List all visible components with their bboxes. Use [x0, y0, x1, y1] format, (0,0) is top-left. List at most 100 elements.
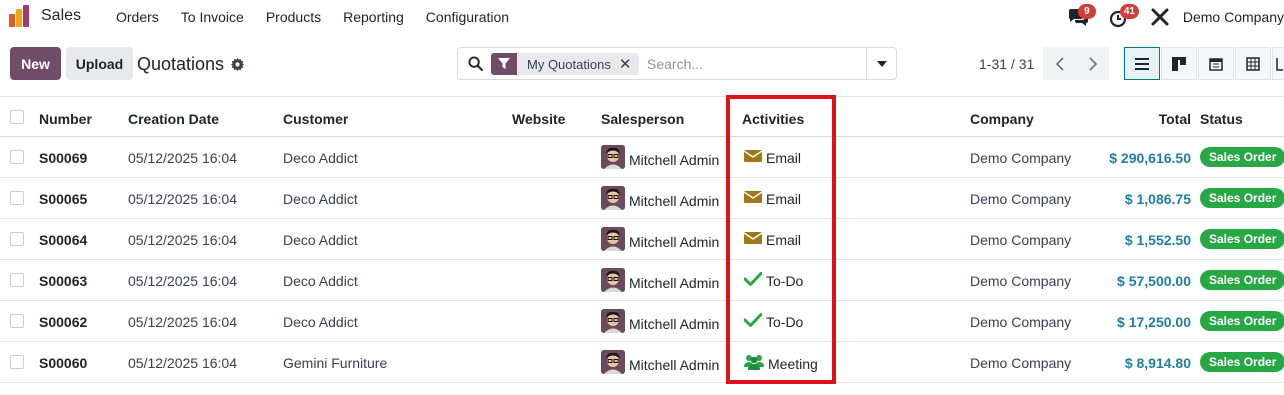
menu-products[interactable]: Products [266, 9, 321, 25]
column-status[interactable]: Status [1200, 111, 1243, 127]
main-menu: Orders To Invoice Products Reporting Con… [116, 9, 531, 25]
customer-name: Deco Addict [283, 150, 358, 166]
graph-view-button[interactable] [1272, 47, 1284, 80]
salesperson-name: Mitchell Admin [629, 193, 720, 209]
calendar-view-button[interactable] [1198, 47, 1234, 80]
avatar [601, 309, 625, 333]
status-badge: Sales Order [1200, 188, 1284, 208]
customer-name: Gemini Furniture [283, 355, 388, 371]
salesperson-name: Mitchell Admin [629, 357, 720, 373]
creation-date: 05/12/2025 16:04 [128, 191, 237, 207]
activity-widget[interactable]: To-Do [743, 272, 804, 289]
activity-label: Email [766, 231, 802, 248]
company-name: Demo Company [970, 191, 1072, 207]
pager-value[interactable]: 1-31 / 31 [979, 56, 1034, 72]
list-view-button[interactable] [1124, 47, 1160, 80]
row-checkbox[interactable] [10, 355, 24, 369]
table-row[interactable]: S00062 05/12/2025 16:04 Deco Addict Mitc… [0, 301, 1284, 342]
order-number: S00065 [39, 191, 88, 207]
pivot-view-button[interactable] [1235, 47, 1271, 80]
company-name: Demo Company [970, 273, 1072, 289]
column-customer[interactable]: Customer [283, 111, 348, 127]
activity-widget[interactable]: Email [743, 231, 802, 248]
chevron-right-icon [1088, 56, 1097, 71]
envelope-icon [743, 190, 766, 207]
table-row[interactable]: S00060 05/12/2025 16:04 Gemini Furniture… [0, 342, 1284, 383]
column-total[interactable]: Total [1159, 111, 1191, 127]
table-row[interactable]: S00065 05/12/2025 16:04 Deco Addict Mitc… [0, 178, 1284, 219]
row-checkbox[interactable] [10, 314, 24, 328]
gear-icon[interactable] [231, 58, 245, 71]
order-total: $ 1,552.50 [1124, 232, 1191, 248]
activity-label: Email [766, 149, 802, 166]
avatar [601, 227, 625, 251]
page-title: Quotations [137, 54, 225, 74]
row-checkbox[interactable] [10, 150, 24, 164]
upload-button[interactable]: Upload [66, 47, 133, 80]
status-badge: Sales Order [1200, 311, 1284, 331]
order-total: $ 57,500.00 [1117, 273, 1191, 289]
activity-widget[interactable]: Email [743, 190, 802, 207]
creation-date: 05/12/2025 16:04 [128, 355, 237, 371]
activity-widget[interactable]: Meeting [744, 354, 818, 373]
company-name: Demo Company [970, 314, 1072, 330]
column-number[interactable]: Number [39, 111, 92, 127]
search-bar: My Quotations ✕ [457, 47, 897, 80]
search-facet: My Quotations ✕ [491, 53, 640, 75]
order-total: $ 1,086.75 [1124, 191, 1191, 207]
app-name[interactable]: Sales [41, 7, 81, 25]
row-checkbox[interactable] [10, 191, 24, 205]
search-options-toggle[interactable] [866, 48, 896, 79]
table-row[interactable]: S00063 05/12/2025 16:04 Deco Addict Mitc… [0, 260, 1284, 301]
envelope-icon [743, 149, 766, 166]
select-all-checkbox[interactable] [10, 110, 24, 124]
creation-date: 05/12/2025 16:04 [128, 232, 237, 248]
customer-name: Deco Addict [283, 273, 358, 289]
caret-down-icon [876, 60, 887, 67]
activity-label: To-Do [766, 272, 804, 289]
menu-configuration[interactable]: Configuration [426, 9, 509, 25]
activities-button[interactable]: 41 [1109, 4, 1139, 32]
activity-label: To-Do [766, 313, 804, 330]
column-website[interactable]: Website [512, 111, 565, 127]
table-row[interactable]: S00064 05/12/2025 16:04 Deco Addict Mitc… [0, 219, 1284, 260]
salesperson-name: Mitchell Admin [629, 152, 720, 168]
systray: 9 41 Demo Company [1067, 0, 1284, 34]
tools-icon[interactable] [1151, 8, 1169, 26]
search-icon[interactable] [468, 56, 483, 71]
menu-to-invoice[interactable]: To Invoice [181, 9, 244, 25]
avatar [601, 145, 625, 169]
new-button[interactable]: New [10, 47, 61, 80]
activity-widget[interactable]: To-Do [743, 313, 804, 330]
column-activities[interactable]: Activities [742, 111, 804, 127]
column-company[interactable]: Company [970, 111, 1034, 127]
kanban-icon [1172, 56, 1186, 71]
table-row[interactable]: S00069 05/12/2025 16:04 Deco Addict Mitc… [0, 137, 1284, 178]
company-name: Demo Company [970, 355, 1072, 371]
column-creation-date[interactable]: Creation Date [128, 111, 219, 127]
remove-facet-icon[interactable]: ✕ [619, 55, 640, 73]
company-name: Demo Company [970, 232, 1072, 248]
pager-next[interactable] [1076, 47, 1109, 80]
menu-reporting[interactable]: Reporting [343, 9, 404, 25]
kanban-view-button[interactable] [1161, 47, 1197, 80]
activity-label: Email [766, 190, 802, 207]
company-switcher[interactable]: Demo Company [1183, 9, 1284, 25]
creation-date: 05/12/2025 16:04 [128, 273, 237, 289]
messages-button[interactable]: 9 [1067, 4, 1096, 32]
activity-widget[interactable]: Email [743, 149, 802, 166]
menu-orders[interactable]: Orders [116, 9, 159, 25]
row-checkbox[interactable] [10, 232, 24, 246]
row-checkbox[interactable] [10, 273, 24, 287]
order-total: $ 17,250.00 [1117, 314, 1191, 330]
filter-icon [491, 53, 517, 75]
sales-app-icon[interactable] [9, 5, 31, 27]
salesperson-name: Mitchell Admin [629, 234, 720, 250]
customer-name: Deco Addict [283, 314, 358, 330]
activity-label: Meeting [768, 355, 818, 372]
pager-previous[interactable] [1043, 47, 1076, 80]
column-salesperson[interactable]: Salesperson [601, 111, 684, 127]
search-input[interactable] [647, 54, 862, 74]
avatar [601, 350, 625, 374]
creation-date: 05/12/2025 16:04 [128, 314, 237, 330]
